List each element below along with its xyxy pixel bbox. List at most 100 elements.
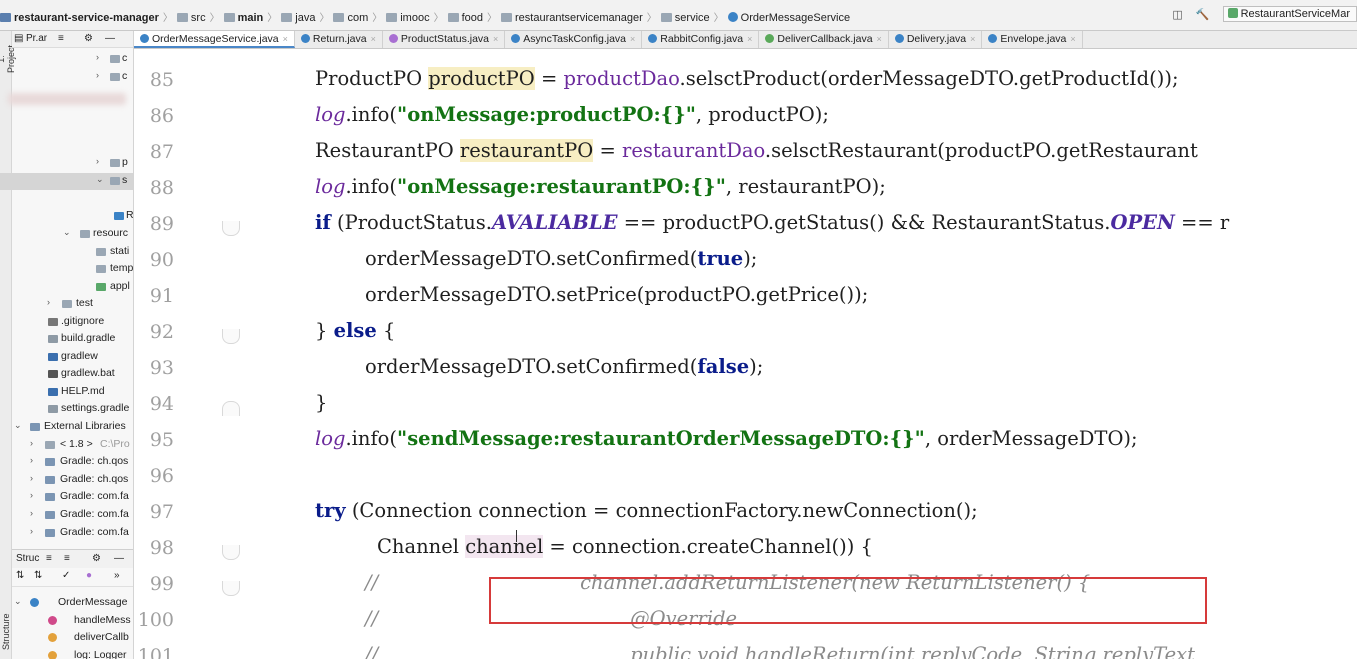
tree-item[interactable]: › c xyxy=(0,69,133,86)
sort-icon[interactable]: ≡ xyxy=(46,553,52,564)
code-line[interactable]: orderMessageDTO.setConfirmed(false); xyxy=(365,355,763,378)
structure-hide-icon[interactable]: — xyxy=(114,553,124,564)
editor-tab[interactable]: RabbitConfig.java × xyxy=(642,31,760,48)
chevron-right-icon[interactable]: › xyxy=(47,297,50,307)
tree-item[interactable]: › test xyxy=(0,296,133,313)
breadcrumb-item[interactable]: OrderMessageService xyxy=(727,12,850,24)
chevron-right-icon[interactable]: › xyxy=(30,455,33,465)
structure-item[interactable]: handleMess xyxy=(0,613,133,630)
breadcrumb-item[interactable]: java xyxy=(281,12,315,24)
show-fields-icon[interactable]: ✓ xyxy=(62,570,70,581)
chevron-down-icon[interactable]: ⌄ xyxy=(14,596,22,607)
tree-item[interactable]: ⌄ External Libraries xyxy=(0,419,133,436)
editor-tab[interactable]: Envelope.java × xyxy=(982,31,1083,48)
chevron-right-icon[interactable]: › xyxy=(96,70,99,80)
tree-item[interactable]: › Gradle: com.fa xyxy=(0,489,133,506)
close-icon[interactable]: × xyxy=(1070,34,1075,44)
chevron-right-icon[interactable]: › xyxy=(30,473,33,483)
tree-item[interactable]: › c xyxy=(0,51,133,68)
editor-tab[interactable]: ProductStatus.java × xyxy=(383,31,506,48)
chevron-right-icon[interactable]: › xyxy=(30,508,33,518)
code-line[interactable]: } else { xyxy=(315,319,395,342)
code-editor[interactable]: 85 86 87 88 89 90 91 92 93 94 95 96 97 98 99 100 101 Pro… xyxy=(134,49,1357,659)
breadcrumb-item[interactable]: imooc xyxy=(386,12,430,24)
code-line[interactable]: // public void handleReturn(int replyCode… xyxy=(365,643,1195,659)
code-line[interactable]: RestaurantPO restaurantPO = restaurantDa… xyxy=(315,139,1198,162)
layout-icon[interactable]: ◫ xyxy=(1172,8,1182,21)
tree-item[interactable]: › Gradle: ch.qos xyxy=(0,472,133,489)
structure-item[interactable]: ⌄ OrderMessage xyxy=(0,595,133,612)
tree-item[interactable]: gradlew xyxy=(0,349,133,366)
tree-item[interactable]: settings.gradle xyxy=(0,401,133,418)
fold-marker-icon[interactable] xyxy=(222,401,240,416)
chevron-right-icon[interactable]: › xyxy=(96,52,99,62)
structure-item[interactable]: log: Logger xyxy=(0,648,133,659)
code-line[interactable]: try (Connection connection = connectionF… xyxy=(315,499,978,522)
chevron-down-icon[interactable]: ⌄ xyxy=(63,227,71,238)
tree-item[interactable]: › Gradle: ch.qos xyxy=(0,454,133,471)
sort-alpha-icon[interactable]: ⇅ xyxy=(16,570,24,581)
code-line[interactable]: log.info("onMessage:restaurantPO:{}", re… xyxy=(315,175,886,198)
chevron-right-icon[interactable]: › xyxy=(96,156,99,166)
close-icon[interactable]: × xyxy=(877,34,882,44)
tree-item[interactable]: ⌄ s xyxy=(0,173,133,190)
settings-gear-icon[interactable]: ⚙ xyxy=(84,33,93,44)
breadcrumb-item[interactable]: main xyxy=(223,12,263,24)
code-line[interactable]: if (ProductStatus.AVALIABLE == productPO… xyxy=(315,211,1229,234)
code-line[interactable]: } xyxy=(315,391,327,414)
editor-tab[interactable]: OrderMessageService.java × xyxy=(134,31,295,48)
project-view-select[interactable]: Pr.ar xyxy=(26,33,47,44)
tree-item[interactable]: .gitignore xyxy=(0,314,133,331)
close-icon[interactable]: × xyxy=(630,34,635,44)
chevron-down-icon[interactable]: ⌄ xyxy=(14,420,22,431)
chevron-right-icon[interactable]: › xyxy=(30,526,33,536)
breadcrumb-item[interactable]: service xyxy=(660,12,710,24)
sort-visibility-icon[interactable]: ⇅ xyxy=(34,570,42,581)
editor-tab[interactable]: AsyncTaskConfig.java × xyxy=(505,31,643,48)
tree-item[interactable]: gradlew.bat xyxy=(0,366,133,383)
tree-item[interactable]: › Gradle: com.fa xyxy=(0,507,133,524)
more-icon[interactable]: » xyxy=(114,570,120,581)
close-icon[interactable]: × xyxy=(970,34,975,44)
tree-item[interactable]: R xyxy=(0,208,133,225)
fold-marker-icon[interactable] xyxy=(222,545,240,560)
fold-marker-icon[interactable] xyxy=(222,221,240,236)
collapse-all-icon[interactable]: ≡ xyxy=(58,33,64,44)
code-line[interactable]: log.info("onMessage:productPO:{}", produ… xyxy=(315,103,829,126)
code-line[interactable]: orderMessageDTO.setConfirmed(true); xyxy=(365,247,757,270)
code-line[interactable]: log.info("sendMessage:restaurantOrderMes… xyxy=(315,427,1138,450)
tree-item[interactable]: build.gradle xyxy=(0,331,133,348)
chevron-down-icon[interactable]: ⌄ xyxy=(96,174,104,185)
fold-marker-icon[interactable] xyxy=(222,581,240,596)
editor-tab[interactable]: Delivery.java × xyxy=(889,31,983,48)
tree-item[interactable]: temp xyxy=(0,261,133,278)
breadcrumb-item[interactable]: src xyxy=(176,12,206,24)
show-properties-icon[interactable]: ● xyxy=(86,570,92,581)
fold-marker-icon[interactable] xyxy=(222,329,240,344)
tree-item[interactable]: › Gradle: com.fa xyxy=(0,525,133,542)
tree-item[interactable]: HELP.md xyxy=(0,384,133,401)
breadcrumb-item[interactable]: restaurant-service-manager xyxy=(0,12,159,24)
tree-item[interactable]: › p xyxy=(0,155,133,172)
close-icon[interactable]: × xyxy=(371,34,376,44)
code-line[interactable]: orderMessageDTO.setPrice(productPO.getPr… xyxy=(365,283,868,306)
close-icon[interactable]: × xyxy=(493,34,498,44)
structure-gear-icon[interactable]: ⚙ xyxy=(92,553,101,564)
build-hammer-icon[interactable]: 🔨 xyxy=(1196,8,1210,21)
collapse-icon[interactable]: ≡ xyxy=(64,553,70,564)
hide-panel-icon[interactable]: — xyxy=(105,33,115,44)
chevron-right-icon[interactable]: › xyxy=(30,438,33,448)
close-icon[interactable]: × xyxy=(283,34,288,44)
tree-item[interactable]: › < 1.8 > C:\Pro xyxy=(0,437,133,454)
editor-tab[interactable]: Return.java × xyxy=(295,31,383,48)
run-configuration-select[interactable]: RestaurantServiceMar xyxy=(1222,6,1357,22)
tree-item[interactable]: appl xyxy=(0,279,133,296)
breadcrumb-item[interactable]: food xyxy=(447,12,483,24)
breadcrumb-item[interactable]: restaurantservicemanager xyxy=(501,12,643,24)
structure-item[interactable]: deliverCallb xyxy=(0,630,133,647)
code-line[interactable]: Channel channel = connection.createChann… xyxy=(377,535,873,558)
tree-item[interactable]: ⌄ resourc xyxy=(0,226,133,243)
editor-tab[interactable]: DeliverCallback.java × xyxy=(759,31,889,48)
tree-item[interactable]: stati xyxy=(0,244,133,261)
breadcrumb-item[interactable]: com xyxy=(333,12,368,24)
